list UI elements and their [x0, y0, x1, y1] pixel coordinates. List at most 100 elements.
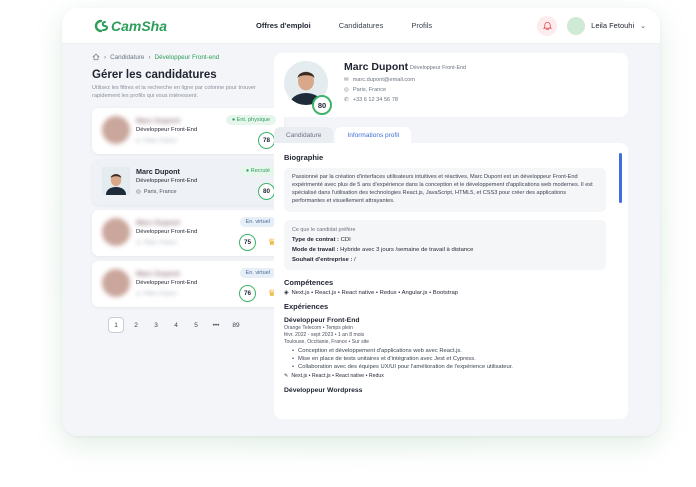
brand-name: CamSha — [111, 17, 168, 34]
candidate-location: ◎ Paris, France — [136, 291, 177, 297]
profile-location: ◎ Paris, France — [344, 87, 386, 93]
nav-offres[interactable]: Offres d'emploi — [256, 21, 311, 30]
page-button-2[interactable]: 2 — [128, 317, 144, 333]
skills-heading: Compétences — [284, 277, 334, 287]
contract-type-label: Type de contrat : — [292, 236, 340, 243]
candidate-avatar — [102, 218, 130, 247]
experience-company: Orange Telecom • Temps plein — [284, 324, 353, 331]
profile-panel: 80 Marc Dupont Développeur Front-End ✉ ma… — [274, 53, 628, 419]
work-mode-label: Mode de travail : — [292, 246, 339, 253]
candidate-role: Développeur Front-End — [136, 178, 198, 185]
match-score: 78 — [258, 132, 275, 150]
candidate-name: Marc Dupont — [136, 167, 180, 177]
page-subtitle: Utilisez les filtres et la recherche en … — [92, 85, 256, 99]
profile-header: 80 Marc Dupont Développeur Front-End ✉ ma… — [274, 53, 628, 117]
candidate-card-selected[interactable]: Marc Dupont Développeur Front-End ◎ Paris… — [92, 159, 284, 206]
candidates-panel: › Candidature › Développeur Front-end Gé… — [92, 44, 284, 334]
candidate-location-text: Paris, France — [143, 240, 177, 247]
status-badge: En. virtuel — [239, 217, 276, 228]
tab-informations-profil[interactable]: Informations profil — [335, 127, 412, 143]
candidate-name: Marc Dupont — [136, 116, 180, 126]
list-item: Mise en place de tests unitaires et d'in… — [292, 355, 614, 363]
experience-title: Développeur Wordpress — [284, 387, 363, 395]
candidate-list: Marc Dupont Développeur Front-End ◎ Paris… — [92, 108, 284, 308]
page-button-3[interactable]: 3 — [148, 317, 164, 333]
status-badge: En. virtuel — [239, 268, 276, 279]
contract-type: Type de contrat : CDI — [292, 237, 598, 243]
location-icon: ◎ — [136, 189, 141, 196]
notification-button[interactable] — [537, 15, 558, 36]
profile-name: Marc Dupont — [344, 61, 409, 73]
bio-heading: Biographie — [284, 153, 324, 162]
profile-email[interactable]: ✉ marc.dupont@email.com — [344, 77, 415, 83]
tab-candidature[interactable]: Candidature — [274, 127, 334, 143]
scrollbar[interactable] — [619, 153, 622, 203]
profile-tabs: Candidature Informations profil — [274, 127, 628, 143]
experience-dates: févr. 2022 - sept 2023 • 1 an 8 mois — [284, 331, 365, 338]
candidate-role: Développeur Front-End — [136, 127, 198, 134]
company-wish: Souhait d'entreprise : / — [292, 257, 598, 263]
breadcrumb-parent[interactable]: Candidature — [110, 54, 144, 61]
contract-type-value: CDI — [340, 236, 351, 243]
breadcrumb-separator-icon: › — [104, 53, 107, 61]
app-window: CamSha Offres d'emploi Candidatures Prof… — [62, 8, 660, 436]
preferences-box: Ce que le candidat préfère Type de contr… — [284, 219, 606, 270]
experience-place: Toulouse, Occitanie, France • Sur site — [284, 338, 370, 345]
profile-phone[interactable]: ✆ +33 6 12 34 56 78 — [344, 97, 398, 103]
top-bar: CamSha Offres d'emploi Candidatures Prof… — [62, 8, 660, 44]
diamond-icon: ◈ — [284, 289, 289, 296]
work-mode-value: Hybride avec 3 jours /semaine de travail… — [340, 246, 474, 253]
logo-icon — [94, 19, 108, 32]
breadcrumb-current: Développeur Front-end — [154, 53, 220, 61]
home-icon[interactable] — [92, 53, 100, 61]
candidate-card[interactable]: Marc Dupont Développeur Front-End ◎ Paris… — [92, 108, 284, 155]
match-score: 75 — [239, 234, 256, 252]
person-photo — [102, 167, 130, 202]
status-badge-text: Recruté — [250, 168, 270, 175]
candidate-location: ◎ Paris, France — [136, 138, 177, 144]
page-button-5[interactable]: 5 — [188, 317, 204, 333]
user-menu[interactable]: Leila Fetouhi ⌄ — [567, 16, 646, 35]
candidate-avatar — [102, 269, 130, 298]
page-ellipsis: ••• — [212, 321, 220, 329]
experiences-heading: Expériences — [284, 301, 329, 311]
breadcrumb: › Candidature › Développeur Front-end — [92, 53, 284, 61]
avatar — [567, 16, 586, 35]
profile-location-text: Paris, France — [352, 87, 387, 93]
candidate-location: ◎ Paris, France — [136, 189, 177, 195]
candidate-location: ◎ Paris, France — [136, 240, 177, 246]
main-nav: Offres d'emploi Candidatures Profils — [256, 21, 432, 30]
page-button-1[interactable]: 1 — [108, 317, 124, 334]
bell-icon — [542, 22, 552, 30]
company-wish-value: / — [353, 256, 356, 263]
page-button-4[interactable]: 4 — [168, 317, 184, 333]
pagination: 1 2 3 4 5 ••• 89 — [92, 317, 284, 334]
page-button-last[interactable]: 89 — [228, 317, 244, 333]
nav-candidatures[interactable]: Candidatures — [339, 21, 384, 30]
phone-icon: ✆ — [344, 97, 349, 103]
preferences-heading: Ce que le candidat préfère — [292, 226, 356, 233]
location-icon: ◎ — [136, 240, 141, 247]
location-icon: ◎ — [136, 291, 141, 298]
breadcrumb-separator-icon: › — [148, 53, 151, 61]
candidate-card[interactable]: Marc Dupont Développeur Front-End ◎ Paris… — [92, 261, 284, 308]
experience-bullets: Conception et développement d'applicatio… — [284, 347, 614, 372]
chevron-down-icon: ⌄ — [640, 22, 646, 30]
list-item: Conception et développement d'applicatio… — [292, 347, 614, 355]
status-badge-text: Ent. physique — [236, 117, 270, 124]
page-title: Gérer les candidatures — [92, 69, 217, 81]
candidate-location-text: Paris, France — [143, 291, 177, 298]
candidate-role: Développeur Front-End — [136, 229, 198, 236]
brand-logo[interactable]: CamSha — [92, 18, 218, 34]
candidate-role: Développeur Front-End — [136, 280, 198, 287]
profile-email-text: marc.dupont@email.com — [352, 77, 415, 83]
candidate-avatar — [102, 116, 130, 145]
profile-role: Développeur Front-End — [410, 65, 467, 71]
mail-icon: ✉ — [344, 77, 349, 83]
profile-details: Biographie Passionné par la création d'i… — [274, 143, 628, 419]
company-wish-label: Souhait d'entreprise : — [292, 256, 353, 263]
match-score: 76 — [239, 285, 256, 303]
experience-title: Développeur Front-End — [284, 316, 360, 324]
candidate-card[interactable]: Marc Dupont Développeur Front-End ◎ Paris… — [92, 210, 284, 257]
nav-profils[interactable]: Profils — [411, 21, 432, 30]
